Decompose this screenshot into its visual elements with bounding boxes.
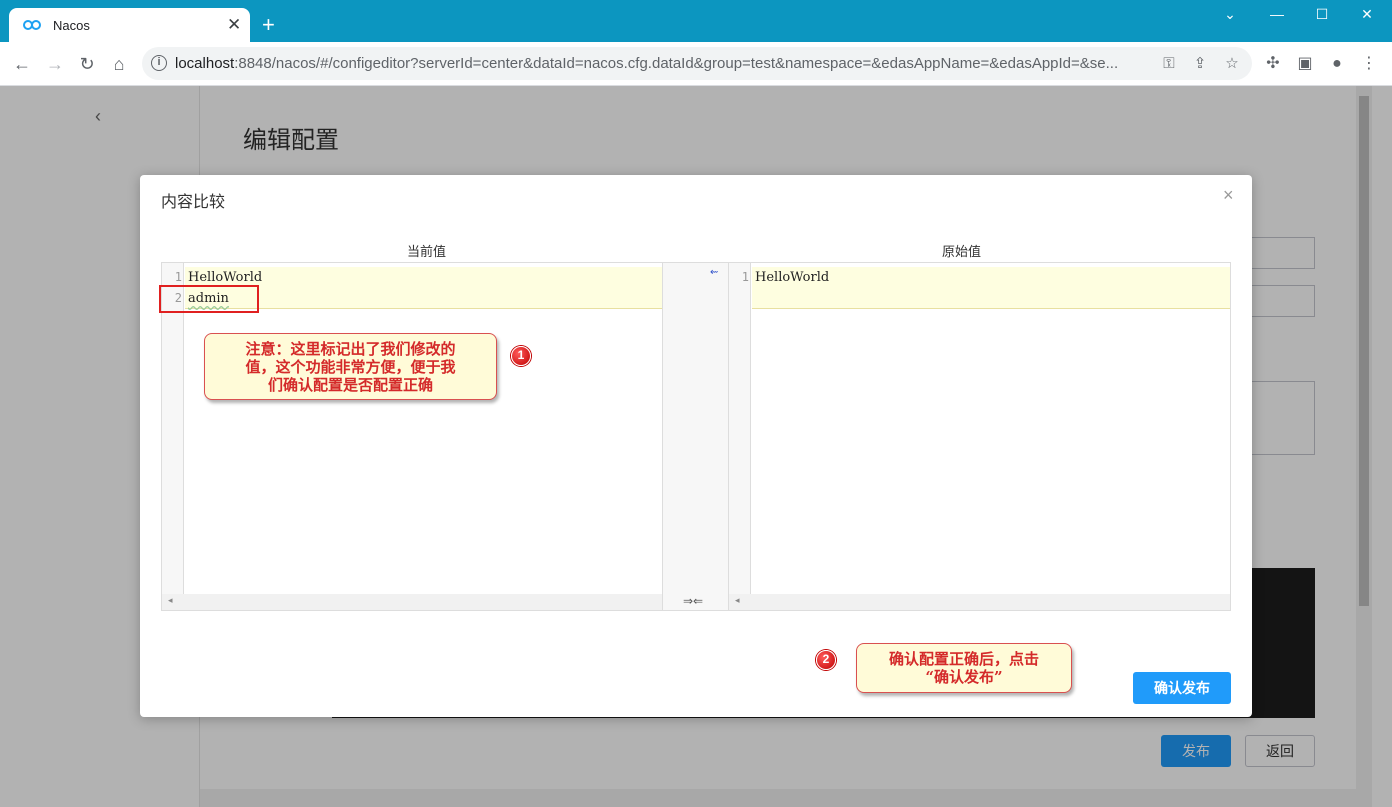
back-arrow-icon[interactable]: ← — [10, 52, 34, 76]
home-icon[interactable]: ⌂ — [107, 52, 131, 76]
address-bar[interactable]: i localhost:8848/nacos/#/configeditor?se… — [142, 47, 1252, 80]
browser-tab[interactable]: Nacos ✕ — [9, 8, 250, 42]
changed-line-highlight-box — [159, 285, 259, 313]
editor-horizontal-scrollbar[interactable]: ◂ — [162, 594, 662, 610]
dialog-title: 内容比较 — [161, 194, 226, 211]
reload-icon[interactable]: ↻ — [75, 52, 99, 76]
key-icon[interactable]: ⚿ — [1159, 54, 1179, 74]
site-info-icon[interactable]: i — [151, 55, 167, 71]
forward-arrow-icon[interactable]: → — [43, 52, 67, 76]
chevron-down-icon[interactable]: ⌄ — [1218, 6, 1242, 26]
extensions-icon[interactable]: ✣ — [1261, 52, 1285, 76]
close-icon[interactable]: × — [1223, 185, 1234, 206]
profile-avatar-icon[interactable]: ● — [1325, 52, 1349, 76]
code-line: HelloWorld — [755, 270, 830, 285]
current-value-editor[interactable]: 1 HelloWorld 2 admin ◂ — [161, 262, 663, 611]
original-value-editor[interactable]: 1 HelloWorld ◂ — [728, 262, 1231, 611]
annotation-callout-1: 注意：这里标记出了我们修改的 值，这个功能非常方便，便于我 们确认配置是否配置正… — [204, 333, 497, 400]
new-tab-button[interactable]: + — [262, 12, 275, 38]
minimize-icon[interactable]: — — [1265, 6, 1289, 26]
original-value-header: 原始值 — [942, 244, 982, 259]
annotation-callout-2: 确认配置正确后，点击 “确认发布” — [856, 643, 1072, 693]
share-icon[interactable]: ⇪ — [1190, 54, 1210, 74]
scroll-left-icon[interactable]: ◂ — [735, 595, 740, 606]
code-line: HelloWorld — [188, 270, 263, 285]
browser-titlebar: Nacos ✕ + ⌄ — ☐ ✕ ← → ↻ ⌂ i localhost:88… — [0, 0, 1392, 86]
tab-close-icon[interactable]: ✕ — [227, 15, 241, 35]
line-number-gutter — [729, 263, 751, 610]
line-number: 1 — [174, 270, 182, 284]
confirm-publish-button[interactable]: 确认发布 — [1133, 672, 1231, 704]
browser-toolbar: ← → ↻ ⌂ i localhost:8848/nacos/#/confige… — [0, 42, 1392, 86]
line-number-gutter — [162, 263, 184, 610]
step-badge-2: 2 — [816, 650, 836, 670]
nacos-logo-icon — [23, 20, 41, 30]
url-host: localhost — [175, 55, 235, 72]
editor-horizontal-scrollbar[interactable]: ◂ — [729, 594, 1230, 610]
current-value-header: 当前值 — [407, 244, 447, 259]
star-icon[interactable]: ☆ — [1222, 54, 1242, 74]
url-path: :8848/nacos/#/configeditor?serverId=cent… — [234, 55, 1119, 72]
annotation-line: 注意：这里标记出了我们修改的 — [245, 340, 456, 358]
swap-icon[interactable]: ⇒⇐ — [683, 594, 703, 608]
menu-kebab-icon[interactable]: ⋮ — [1357, 52, 1381, 76]
step-badge-1: 1 — [511, 346, 531, 366]
line-number: 1 — [741, 270, 749, 284]
url-text[interactable]: localhost:8848/nacos/#/configeditor?serv… — [175, 55, 1155, 72]
tab-title: Nacos — [53, 18, 90, 33]
side-panel-icon[interactable]: ▣ — [1293, 52, 1317, 76]
merge-arrow-icon[interactable]: ⇜ — [710, 267, 718, 278]
annotation-line: “确认发布” — [925, 668, 1003, 686]
content-compare-dialog: 内容比较 × 当前值 原始值 1 HelloWorld 2 admin ◂ ⇜ … — [140, 175, 1252, 717]
merge-gap: ⇜ ⇒⇐ — [663, 262, 728, 611]
annotation-line: 们确认配置是否配置正确 — [267, 376, 433, 394]
annotation-line: 确认配置正确后，点击 — [888, 650, 1039, 668]
annotation-line: 值，这个功能非常方便，便于我 — [245, 358, 456, 376]
scroll-left-icon[interactable]: ◂ — [168, 595, 173, 606]
close-window-icon[interactable]: ✕ — [1355, 6, 1379, 26]
maximize-icon[interactable]: ☐ — [1310, 6, 1334, 26]
